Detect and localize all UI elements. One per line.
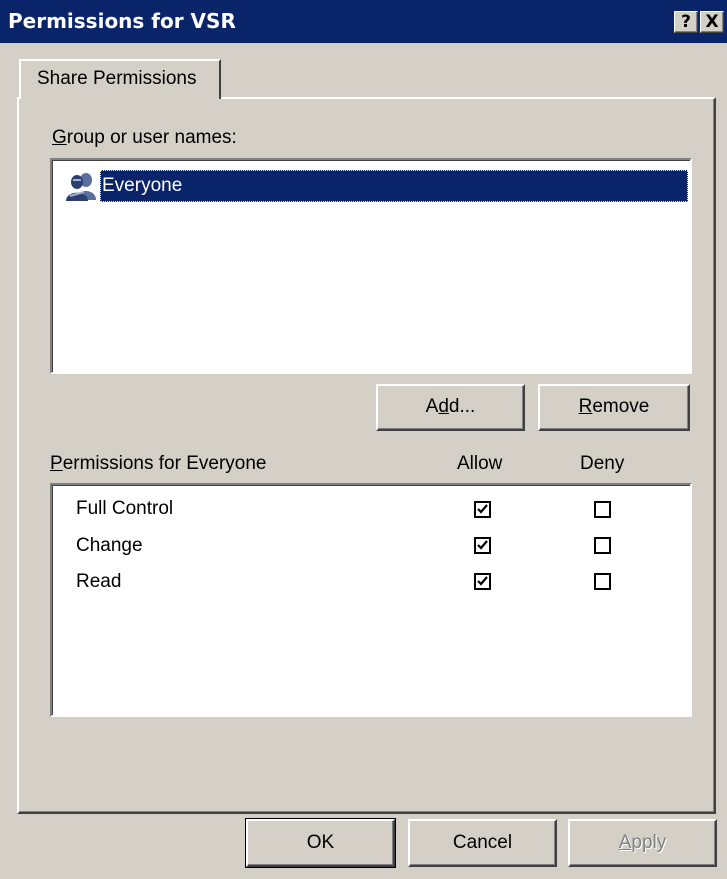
add-button[interactable]: Add... bbox=[376, 384, 525, 431]
perm-name-full-control: Full Control bbox=[76, 498, 174, 519]
allow-read-checkbox[interactable] bbox=[474, 573, 491, 590]
checkmark-icon bbox=[477, 576, 488, 586]
deny-full-control-checkbox[interactable] bbox=[594, 501, 611, 518]
checkmark-icon bbox=[477, 540, 488, 550]
help-button[interactable]: ? bbox=[674, 11, 698, 33]
allow-header: Allow bbox=[457, 453, 503, 474]
user-group-icon bbox=[64, 170, 98, 202]
checkmark-icon bbox=[477, 504, 488, 514]
group-users-label: Group or user names: bbox=[52, 127, 237, 148]
remove-button[interactable]: Remove bbox=[538, 384, 690, 431]
allow-change-checkbox[interactable] bbox=[474, 537, 491, 554]
deny-change-checkbox[interactable] bbox=[594, 537, 611, 554]
close-button[interactable]: X bbox=[700, 11, 724, 33]
apply-button[interactable]: Apply bbox=[568, 819, 717, 867]
user-name-label: Everyone bbox=[100, 170, 688, 202]
list-item-everyone[interactable]: Everyone bbox=[62, 168, 688, 204]
cancel-button[interactable]: Cancel bbox=[408, 819, 557, 867]
permissions-label: Permissions for Everyone bbox=[50, 453, 267, 474]
allow-full-control-checkbox[interactable] bbox=[474, 501, 491, 518]
perm-name-read: Read bbox=[76, 571, 122, 592]
window-title: Permissions for VSR bbox=[8, 9, 236, 33]
tab-share-permissions[interactable]: Share Permissions bbox=[19, 59, 221, 99]
deny-read-checkbox[interactable] bbox=[594, 573, 611, 590]
perm-name-change: Change bbox=[76, 535, 143, 556]
users-list[interactable]: Everyone bbox=[50, 158, 692, 374]
ok-button[interactable]: OK bbox=[245, 818, 396, 868]
deny-header: Deny bbox=[580, 453, 625, 474]
title-bar: Permissions for VSR ? X bbox=[0, 0, 727, 43]
